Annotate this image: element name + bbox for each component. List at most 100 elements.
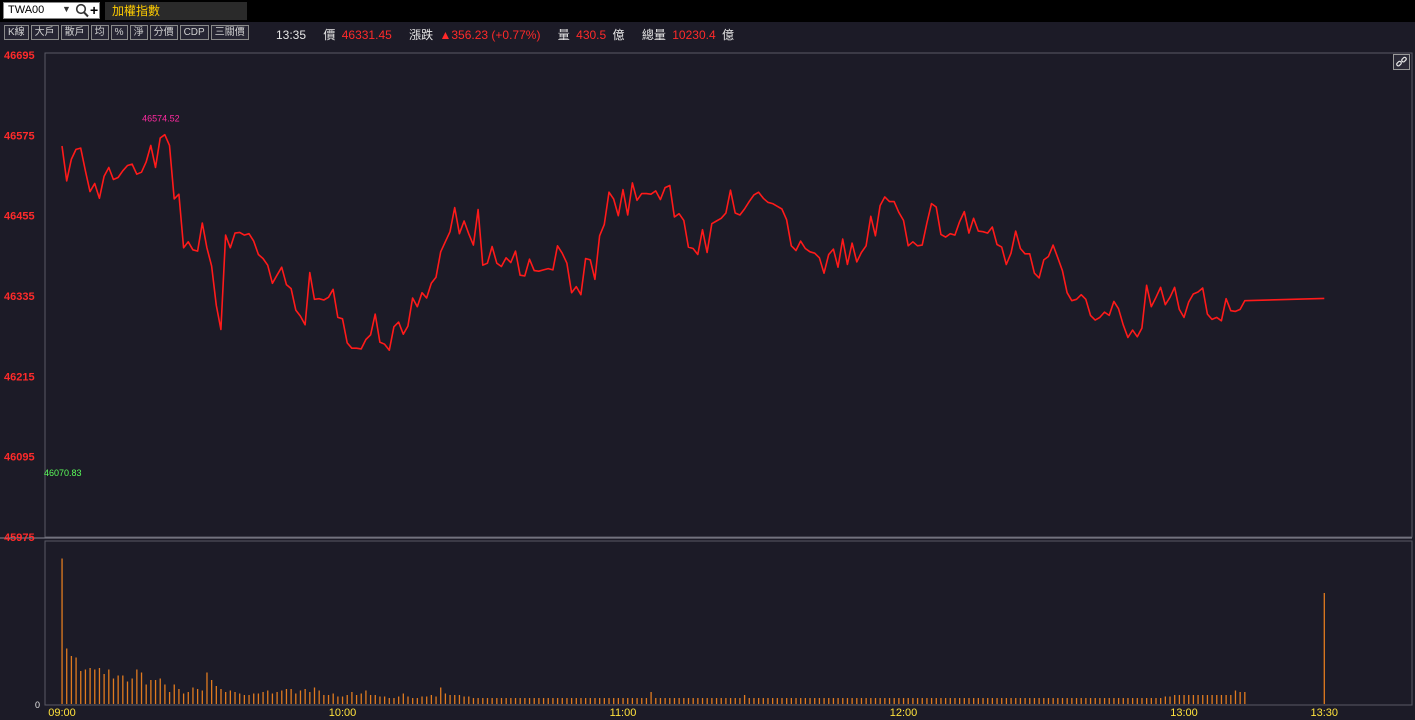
volume-bar	[229, 690, 231, 704]
volume-bar	[1029, 698, 1031, 704]
volume-bar	[725, 698, 727, 704]
link-button[interactable]	[1393, 54, 1410, 70]
volume-bar	[912, 698, 914, 704]
volume-bar	[570, 698, 573, 704]
volume-bar	[851, 698, 853, 704]
price-tick-label: 46455	[4, 211, 35, 223]
volume-bar	[720, 698, 722, 704]
volume-bar	[954, 698, 956, 704]
volume-bar	[98, 668, 101, 704]
volume-bar	[388, 698, 390, 704]
volume-bar	[407, 696, 409, 704]
volume-bar	[1206, 695, 1209, 704]
volume-bar	[285, 689, 288, 704]
volume-bar	[907, 698, 909, 704]
volume-bar	[182, 693, 185, 704]
volume-bar	[1047, 698, 1050, 704]
intraday-chart[interactable]: 46695 46575 46455 46335 46215 46095 45975 09:0…	[0, 0, 1415, 720]
volume-bar	[1122, 698, 1124, 704]
volume-bar	[192, 687, 194, 704]
volume-bar	[1216, 695, 1218, 704]
volume-bar	[1052, 698, 1054, 704]
volume-bar	[416, 698, 418, 704]
volume-bar	[1038, 698, 1040, 704]
volume-bar	[332, 693, 334, 704]
volume-bar	[959, 698, 961, 704]
volume-bar	[1024, 698, 1026, 704]
volume-bar	[477, 698, 479, 704]
volume-bar	[622, 698, 624, 704]
volume-bar	[140, 672, 143, 704]
volume-bar	[383, 696, 386, 704]
volume-bar	[776, 698, 778, 704]
volume-bar	[561, 698, 563, 704]
volume-bar	[1066, 698, 1068, 704]
volume-bar	[814, 698, 816, 704]
volume-bar	[89, 668, 91, 704]
volume-bar	[874, 698, 877, 704]
volume-bar	[393, 698, 395, 704]
volume-bar	[178, 689, 180, 704]
volume-bar	[987, 698, 989, 704]
volume-bar	[589, 698, 591, 704]
volume-bar	[327, 695, 330, 704]
volume-bar	[711, 698, 713, 704]
volume-bar	[603, 698, 605, 704]
volume-bar	[61, 558, 63, 704]
volume-bar	[211, 680, 213, 704]
volume-bar	[631, 698, 634, 704]
volume-bar	[262, 692, 264, 704]
volume-bar	[1043, 698, 1045, 704]
volume-bar	[150, 680, 152, 704]
volume-bar	[1099, 698, 1101, 704]
volume-bar	[669, 698, 671, 704]
volume-bar	[664, 698, 666, 704]
price-tick-label: 46695	[4, 50, 35, 62]
volume-bar	[426, 696, 428, 704]
volume-bar	[1183, 695, 1185, 704]
volume-bar	[715, 698, 718, 704]
volume-bar	[318, 690, 320, 704]
volume-bars	[61, 558, 1325, 704]
volume-bar	[1019, 698, 1022, 704]
volume-bar	[884, 698, 886, 704]
volume-bar	[1174, 695, 1176, 704]
volume-bar	[772, 698, 774, 704]
volume-bar	[496, 698, 498, 704]
volume-bar	[103, 674, 105, 704]
volume-bar	[281, 690, 283, 704]
volume-bar	[856, 698, 858, 704]
time-tick-label: 09:00	[48, 707, 76, 719]
volume-bar	[795, 698, 797, 704]
volume-bar	[865, 698, 867, 704]
volume-bar	[968, 698, 970, 704]
volume-bar	[295, 693, 297, 704]
volume-bar	[753, 698, 755, 704]
volume-bar	[122, 675, 124, 704]
volume-bar	[556, 698, 559, 704]
high-label: 46574.52	[142, 114, 180, 124]
volume-bar	[748, 698, 750, 704]
volume-bar	[617, 698, 620, 704]
volume-bar	[454, 695, 456, 704]
volume-bar	[1015, 698, 1017, 704]
volume-bar	[136, 669, 138, 704]
volume-bar	[1239, 692, 1241, 704]
volume-bar	[547, 698, 549, 704]
volume-bar	[225, 692, 227, 704]
volume-bar	[482, 698, 484, 704]
time-tick-label: 13:00	[1170, 707, 1198, 719]
volume-bar	[1071, 698, 1073, 704]
volume-bar	[206, 672, 208, 704]
volume-bar	[1033, 698, 1036, 704]
volume-bar	[575, 698, 577, 704]
volume-bar	[1211, 695, 1213, 704]
volume-bar	[299, 690, 302, 704]
price-line	[61, 133, 1325, 351]
time-tick-label: 10:00	[329, 707, 357, 719]
volume-bar	[117, 675, 119, 704]
volume-bar	[944, 698, 947, 704]
low-label: 46070.83	[44, 468, 82, 478]
volume-bar	[430, 695, 433, 704]
volume-bar	[187, 692, 189, 704]
